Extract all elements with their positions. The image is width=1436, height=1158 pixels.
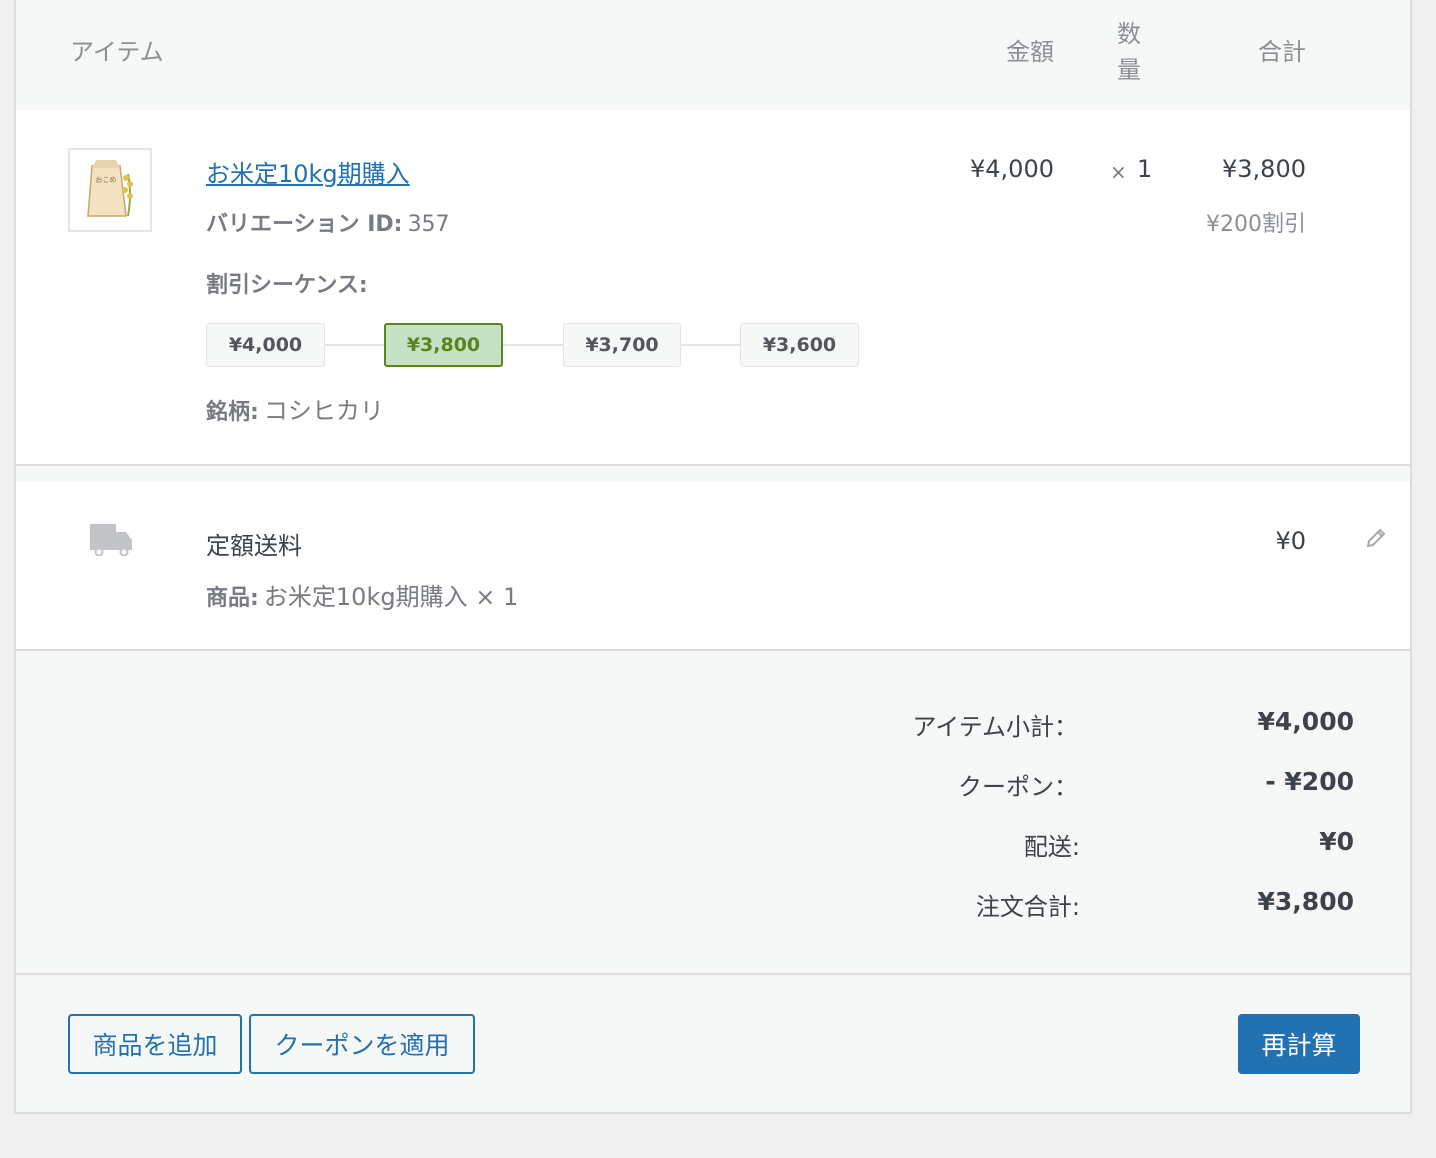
coupon-value: - ¥200 [1265, 767, 1354, 796]
shipping-items-value: お米定10kg期購入 × 1 [263, 583, 519, 611]
truck-icon [90, 524, 132, 556]
item-total: ¥3,800 [1222, 155, 1306, 183]
bag-label: おこめ [96, 176, 117, 184]
column-total: 合計 [1258, 38, 1306, 66]
discount-sequence-label: 割引シーケンス: [206, 273, 368, 298]
qty-multiplier: × [1110, 160, 1127, 184]
item-cost: ¥4,000 [970, 155, 1054, 183]
subtotal-label: アイテム小計： [912, 713, 1078, 741]
add-item-button[interactable]: 商品を追加 [68, 1014, 242, 1074]
order-total-value: ¥3,800 [1257, 887, 1354, 916]
variation-id-value: 357 [407, 212, 450, 237]
item-name-link[interactable]: お米定10kg期購入 [206, 154, 410, 189]
shipping-value: ¥0 [1319, 827, 1354, 856]
column-cost: 金額 [1006, 38, 1054, 66]
subtotal-value: ¥4,000 [1257, 707, 1354, 736]
recalculate-button[interactable]: 再計算 [1238, 1014, 1360, 1074]
brand-value: コシヒカリ [263, 397, 384, 425]
order-total-label: 注文合計: [975, 893, 1080, 921]
variation-id-meta: バリエーション ID: 357 [206, 206, 450, 238]
brand-meta: 銘柄: コシヒカリ [206, 391, 384, 426]
shipping-method-name: 定額送料 [206, 532, 302, 560]
column-qty-line1: 数 [1117, 20, 1141, 48]
sequence-step: ¥3,700 [563, 323, 681, 367]
shipping-label: 配送: [1023, 833, 1080, 861]
table-header: アイテム 金額 数 量 合計 [16, 0, 1410, 110]
edit-pencil-icon[interactable] [1364, 526, 1388, 550]
apply-coupon-button[interactable]: クーポンを適用 [249, 1014, 475, 1074]
sequence-step: ¥4,000 [206, 323, 325, 367]
rice-bag-icon: おこめ [87, 160, 133, 217]
column-item: アイテム [70, 38, 164, 66]
coupon-label: クーポン： [958, 773, 1078, 801]
item-qty: 1 [1137, 155, 1153, 183]
sequence-step-current: ¥3,800 [384, 323, 503, 367]
brand-label: 銘柄: [206, 400, 259, 425]
shipping-items-meta: 商品: お米定10kg期購入 × 1 [206, 577, 518, 612]
variation-id-label: バリエーション ID: [206, 212, 403, 237]
shipping-items-label: 商品: [206, 586, 259, 611]
totals-section: アイテム小計： ¥4,000 クーポン： - ¥200 配送: ¥0 注文合計:… [16, 651, 1410, 973]
order-items-panel: アイテム 金額 数 量 合計 おこめ お米定10kg期購入 バリエーション ID… [14, 0, 1412, 1114]
column-qty-line2: 量 [1117, 56, 1141, 84]
shipping-total: ¥0 [1275, 527, 1306, 555]
sequence-step: ¥3,600 [740, 323, 859, 367]
item-discount: ¥200割引 [1206, 212, 1306, 237]
product-thumbnail[interactable]: おこめ [68, 148, 152, 232]
row-gap [16, 466, 1410, 482]
